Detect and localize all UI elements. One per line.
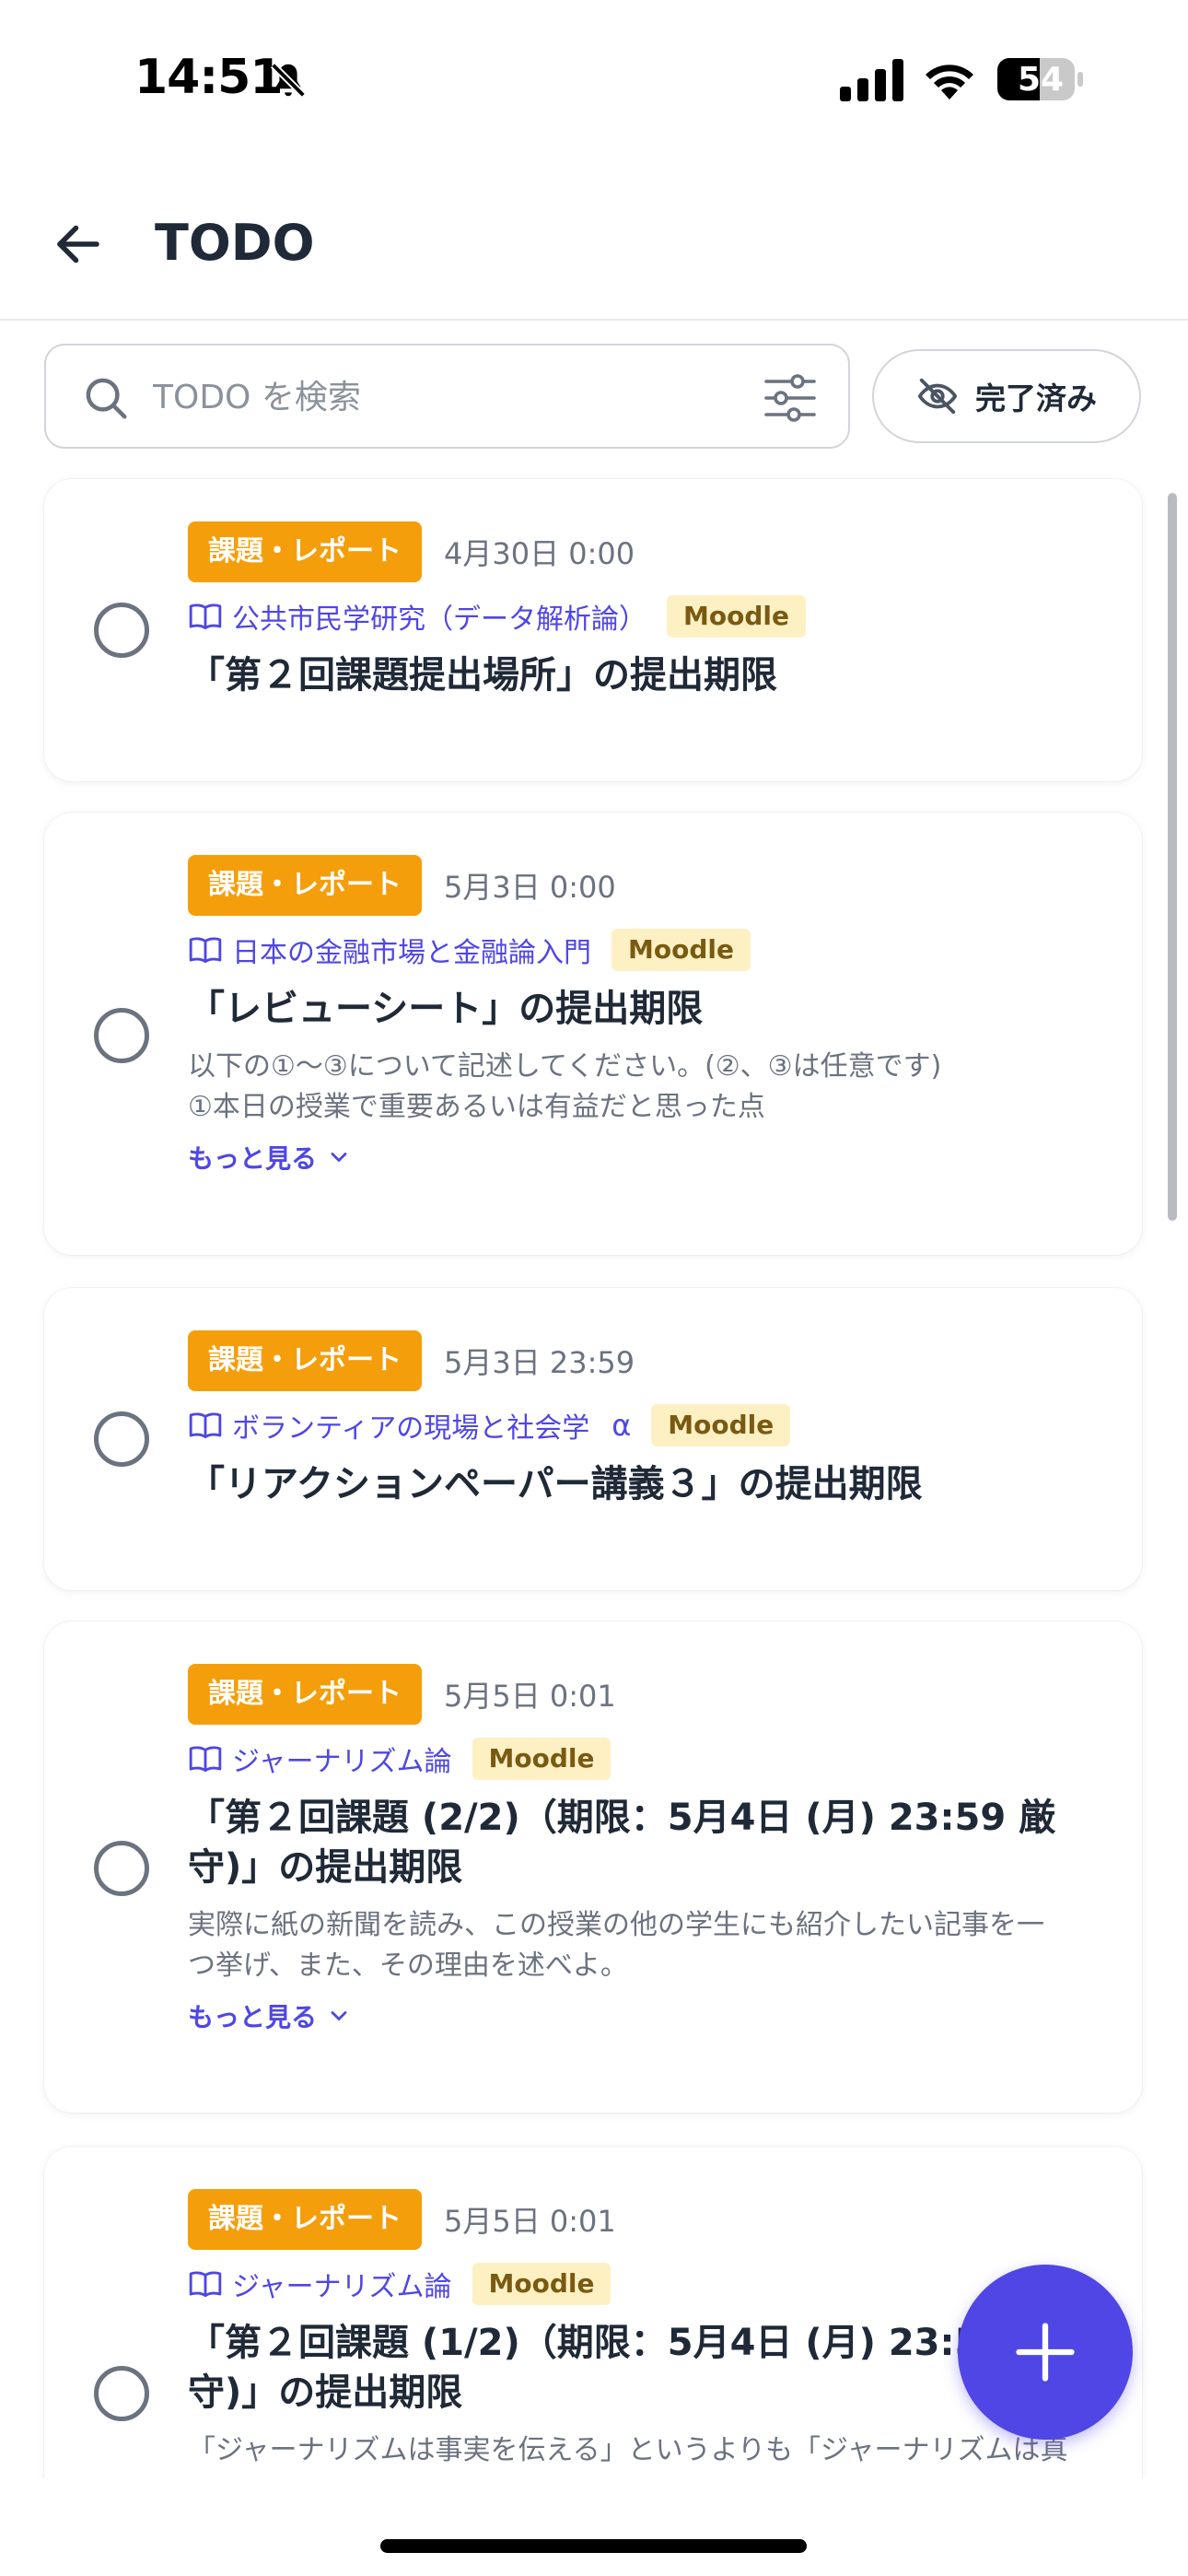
todo-card[interactable]: 課題・レポート 5月3日 0:00 日本の金融市場と金融論入門 Moodle 「…: [44, 813, 1142, 1255]
category-tag: 課題・レポート: [188, 855, 422, 916]
show-more-label: もっと見る: [188, 2002, 318, 2032]
battery-level: 54: [1017, 60, 1065, 99]
complete-checkbox[interactable]: [94, 1841, 149, 1896]
course-name: 日本の金融市場と金融論入門: [232, 937, 591, 969]
todo-title: 「第２回課題提出場所」の提出期限: [188, 654, 777, 697]
source-badge: Moodle: [472, 1738, 611, 1780]
due-date: 4月30日 0:00: [444, 536, 635, 571]
source-badge: Moodle: [667, 595, 806, 638]
description-line: ①本日の授業で重要あるいは有益だと思った点: [188, 1091, 765, 1123]
search-input[interactable]: [153, 368, 742, 427]
cellular-signal-icon: [840, 59, 903, 101]
book-open-icon: [189, 937, 222, 964]
book-open-icon: [189, 1746, 222, 1773]
course-name: ジャーナリズム論: [232, 1746, 452, 1778]
source-badge: Moodle: [651, 1404, 791, 1446]
category-tag: 課題・レポート: [188, 2189, 422, 2250]
due-date: 5月5日 0:01: [444, 2204, 616, 2239]
page-title: TODO: [155, 214, 315, 272]
todo-description: 「ジャーナリズムは事実を伝える」というよりも「ジャーナリズムは真: [188, 2430, 1101, 2471]
app-header: TODO: [0, 184, 1188, 321]
course-link[interactable]: ジャーナリズム論: [188, 1739, 452, 1779]
status-time: 14:51: [134, 50, 284, 105]
todo-title: 「第２回課題 (2/2)（期限：5月4日 (月) 23:59 厳 守)」の提出期…: [188, 1793, 1101, 1892]
todo-title: 「リアクションペーパー講義３」の提出期限: [188, 1463, 923, 1505]
description-line: つ挙げ、また、その理由を述べよ。: [188, 1950, 628, 1982]
category-tag: 課題・レポート: [188, 1664, 422, 1725]
todo-card[interactable]: 課題・レポート 5月3日 23:59 ボランティアの現場と社会学 α Moodl…: [44, 1288, 1142, 1590]
plus-icon: [1016, 2323, 1075, 2382]
todo-card[interactable]: 課題・レポート 4月30日 0:00 公共市民学研究（データ解析論） Moodl…: [44, 479, 1142, 781]
search-box[interactable]: [44, 344, 850, 449]
todo-description: 実際に紙の新聞を読み、この授業の他の学生にも紹介したい記事を一 つ挙げ、また、そ…: [188, 1905, 1101, 1986]
wifi-icon: [926, 64, 973, 100]
complete-checkbox[interactable]: [94, 1411, 149, 1467]
course-link[interactable]: ジャーナリズム論: [188, 2264, 452, 2304]
due-date: 5月3日 0:00: [444, 870, 616, 905]
status-bar: 14:51 54: [0, 0, 1188, 157]
category-tag: 課題・レポート: [188, 521, 422, 582]
chevron-down-icon: [331, 1153, 347, 1162]
sliders-icon[interactable]: [763, 371, 818, 425]
todo-description: 以下の①～③について記述してください。(②、③は任意です) ①本日の授業で重要あ…: [188, 1047, 1101, 1128]
book-open-icon: [189, 2271, 222, 2298]
course-link[interactable]: ボランティアの現場と社会学 α: [188, 1405, 631, 1446]
complete-checkbox[interactable]: [94, 603, 149, 658]
title-line: 「第２回課題 (2/2)（期限：5月4日 (月) 23:59 厳: [188, 1797, 1056, 1839]
course-name: ジャーナリズム論: [232, 2271, 452, 2303]
complete-checkbox[interactable]: [94, 1008, 149, 1063]
show-more-button[interactable]: もっと見る: [188, 1997, 1101, 2034]
course-suffix: α: [611, 1408, 632, 1443]
todo-card[interactable]: 課題・レポート 5月5日 0:01 ジャーナリズム論 Moodle 「第２回課題…: [44, 1622, 1142, 2113]
due-date: 5月3日 23:59: [444, 1345, 635, 1380]
course-link[interactable]: 公共市民学研究（データ解析論）: [188, 596, 646, 637]
todo-title: 「レビューシート」の提出期限: [188, 988, 704, 1030]
show-more-button[interactable]: もっと見る: [188, 1139, 1101, 1176]
eye-off-icon: [917, 378, 958, 415]
book-open-icon: [189, 603, 222, 630]
book-open-icon: [189, 1412, 222, 1439]
due-date: 5月5日 0:01: [444, 1679, 616, 1714]
course-name: ボランティアの現場と社会学: [232, 1412, 590, 1445]
description-line: 以下の①～③について記述してください。(②、③は任意です): [188, 1050, 942, 1083]
complete-checkbox[interactable]: [94, 2366, 149, 2421]
source-badge: Moodle: [611, 929, 751, 971]
chevron-down-icon: [331, 2011, 347, 2020]
search-icon: [86, 378, 127, 419]
arrow-left-icon: [57, 225, 99, 263]
course-link[interactable]: 日本の金融市場と金融論入門: [188, 930, 591, 970]
todo-list: 課題・レポート 4月30日 0:00 公共市民学研究（データ解析論） Moodl…: [0, 465, 1188, 2478]
description-line: 実際に紙の新聞を読み、この授業の他の学生にも紹介したい記事を一: [188, 1909, 1044, 1941]
show-completed-label: 完了済み: [975, 381, 1097, 416]
home-indicator[interactable]: [380, 2539, 807, 2553]
course-name: 公共市民学研究（データ解析論）: [232, 603, 646, 636]
back-button[interactable]: [46, 212, 111, 276]
bell-muted-icon: [270, 62, 307, 99]
source-badge: Moodle: [472, 2263, 611, 2305]
title-line: 守)」の提出期限: [188, 1846, 463, 1889]
show-more-label: もっと見る: [188, 1143, 318, 1174]
category-tag: 課題・レポート: [188, 1330, 422, 1391]
description-line: 「ジャーナリズムは事実を伝える」というよりも「ジャーナリズムは真: [188, 2434, 1068, 2466]
show-completed-toggle[interactable]: 完了済み: [872, 349, 1141, 443]
add-todo-button[interactable]: [958, 2265, 1133, 2440]
